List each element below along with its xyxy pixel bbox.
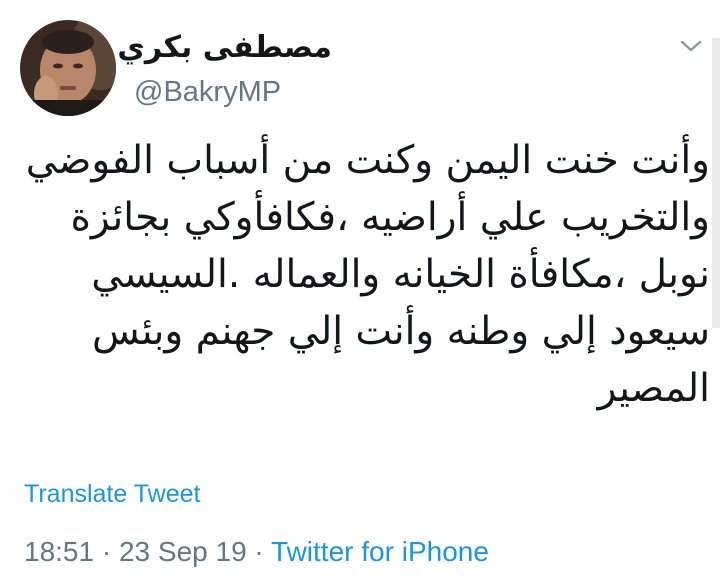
tweet-text-line: المصير bbox=[597, 366, 710, 411]
tweet-text: وأنت خنت اليمن وكنت من أسباب الفوضي والت… bbox=[25, 132, 710, 417]
tweet-source-link[interactable]: Twitter for iPhone bbox=[271, 536, 489, 567]
meta-separator: · bbox=[254, 536, 264, 567]
tweet-text-line: نوبل ،مكافأة الخيانه والعماله .السيسي bbox=[91, 252, 710, 297]
translate-tweet-link[interactable]: Translate Tweet bbox=[24, 480, 200, 509]
tweet-text-line: وأنت خنت اليمن وكنت من أسباب الفوضي bbox=[25, 138, 710, 183]
tweet-text-line: والتخريب علي أراضيه ،فكافأوكي بجائزة bbox=[70, 195, 710, 240]
author-display-name: مصطفى بكري bbox=[117, 29, 332, 65]
tweet-time: 18:51 bbox=[24, 536, 95, 567]
tweet-detail: مصطفى بكري @BakryMP وأنت خنت اليمن وكنت … bbox=[0, 0, 720, 582]
author-handle[interactable]: @BakryMP bbox=[134, 76, 281, 109]
tweet-date: 23 Sep 19 bbox=[118, 536, 247, 567]
chevron-down-icon[interactable] bbox=[679, 36, 703, 56]
author-info[interactable]: مصطفى بكري bbox=[117, 26, 334, 68]
avatar[interactable] bbox=[20, 20, 116, 116]
meta-separator: · bbox=[101, 536, 112, 567]
avatar-image bbox=[20, 20, 116, 116]
tweet-metadata: 18:51 · 23 Sep 19 · Twitter for iPhone bbox=[24, 536, 489, 568]
scrollbar[interactable] bbox=[712, 38, 720, 328]
author-name-row: مصطفى بكري bbox=[117, 26, 332, 68]
tweet-text-line: سيعود إلي وطنه وأنت إلي جهنم وبئس bbox=[92, 309, 710, 354]
